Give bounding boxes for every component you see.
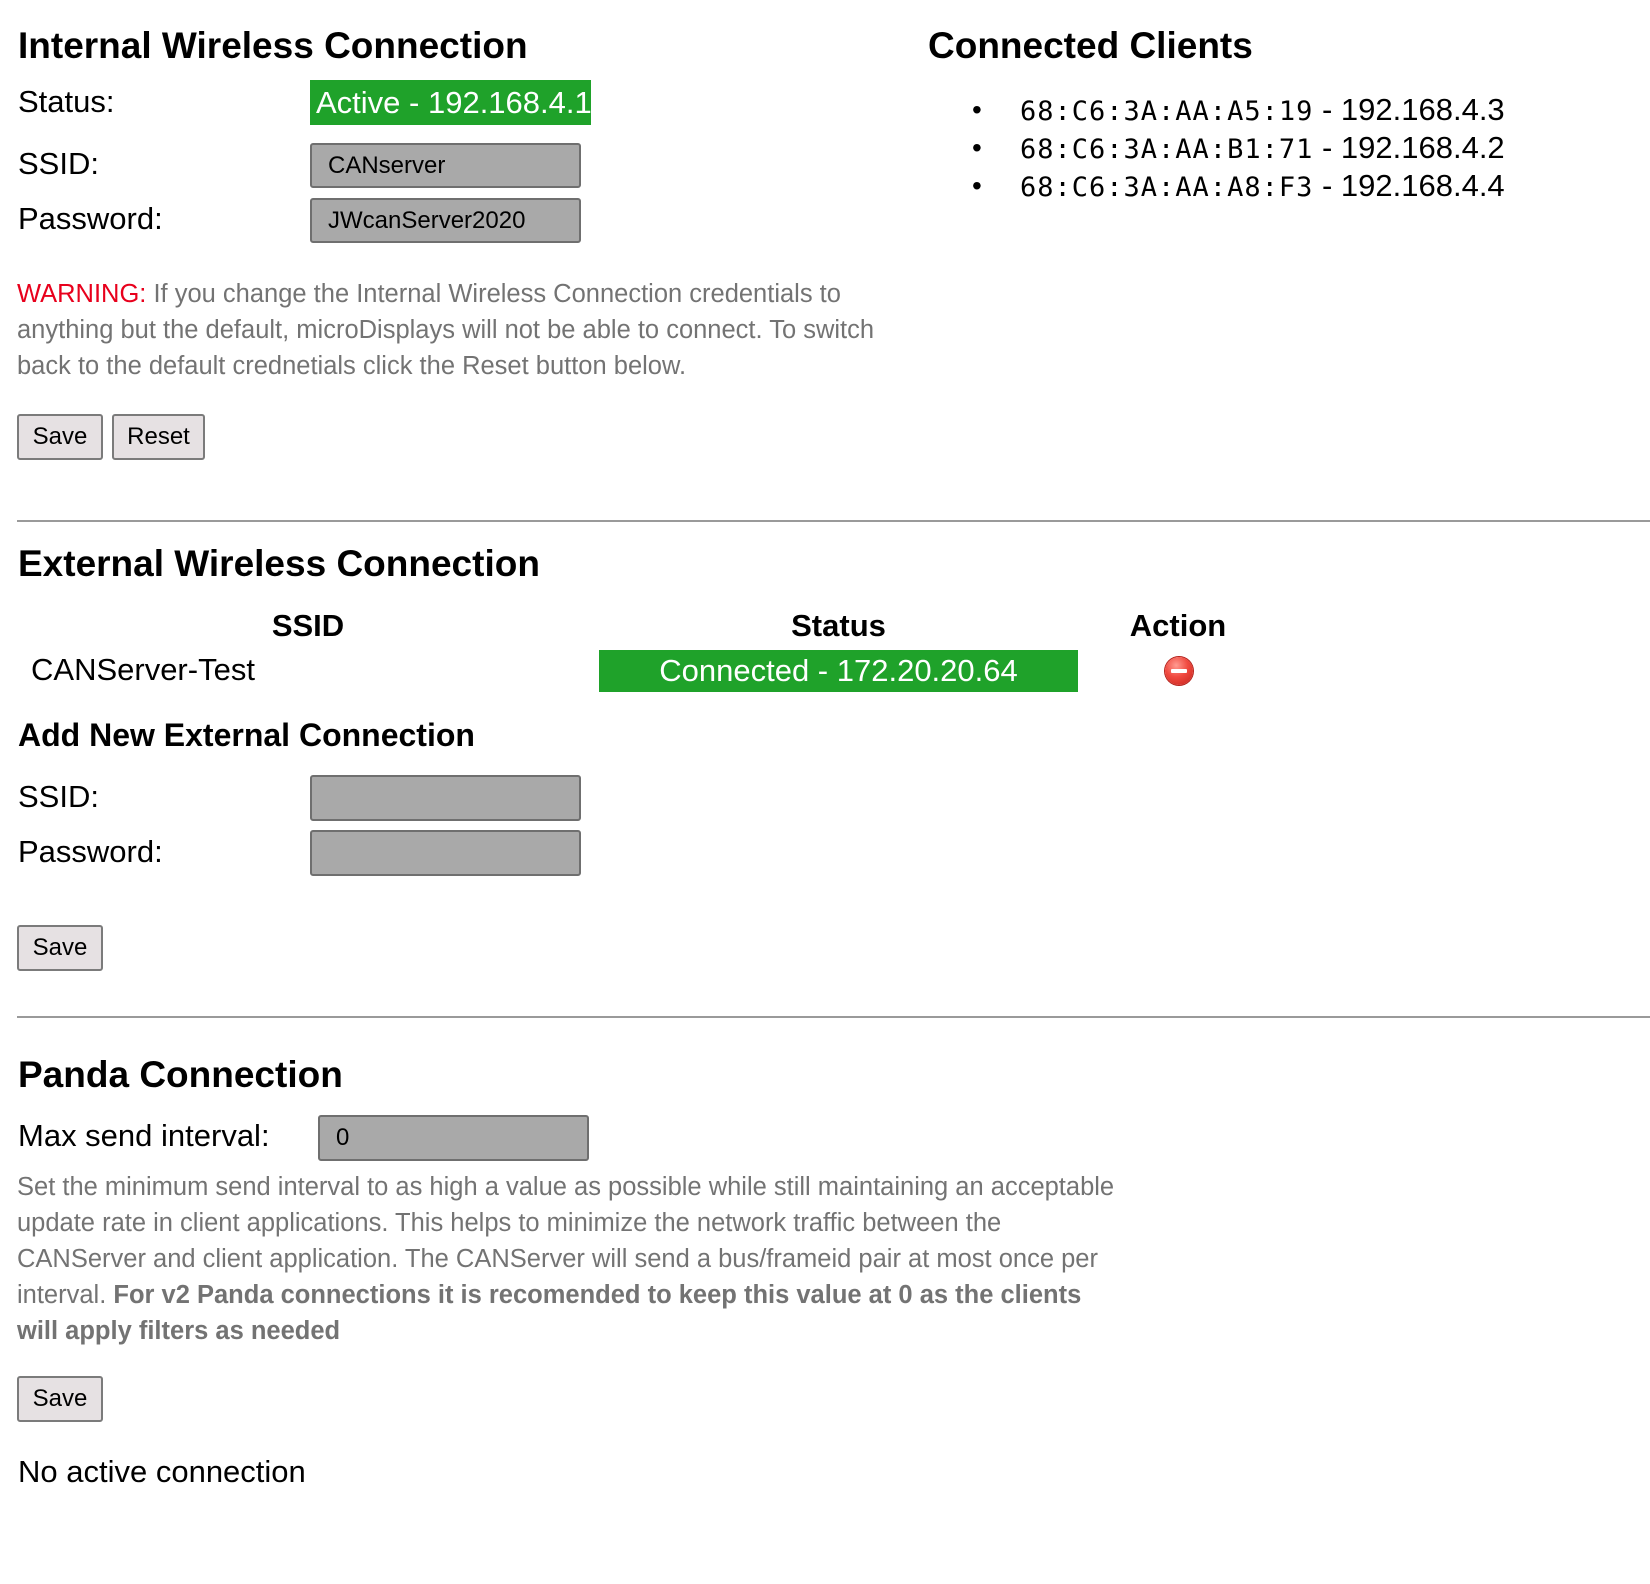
section-divider: [17, 520, 1650, 522]
external-ssid-input[interactable]: [310, 775, 581, 821]
external-password-label: Password:: [18, 834, 163, 869]
external-row-status-badge: Connected - 172.20.20.64: [599, 650, 1078, 692]
status-label: Status:: [18, 84, 115, 119]
column-header-action: Action: [1129, 608, 1227, 643]
client-separator: -: [1313, 168, 1341, 203]
client-mac: 68:C6:3A:AA:B1:71: [1020, 134, 1314, 165]
client-mac: 68:C6:3A:AA:A8:F3: [1020, 172, 1314, 203]
warning-prefix: WARNING:: [17, 280, 147, 308]
add-external-title: Add New External Connection: [18, 717, 475, 753]
external-row-ssid: CANServer-Test: [31, 652, 255, 687]
internal-status-badge: Active - 192.168.4.1: [310, 80, 592, 125]
internal-password-input[interactable]: JWcanServer2020: [310, 198, 581, 243]
panda-connection-status: No active connection: [18, 1454, 306, 1489]
list-item: • 68:C6:3A:AA:A8:F3 - 192.168.4.4: [972, 168, 1505, 206]
internal-reset-button[interactable]: Reset: [112, 414, 205, 460]
internal-ssid-label: SSID:: [18, 146, 99, 181]
warning-text: If you change the Internal Wireless Conn…: [17, 280, 875, 380]
external-title: External Wireless Connection: [18, 543, 540, 584]
internal-warning-note: WARNING: If you change the Internal Wire…: [17, 276, 897, 384]
client-separator: -: [1313, 92, 1341, 127]
bullet-icon: •: [972, 132, 982, 163]
list-item: • 68:C6:3A:AA:A5:19 - 192.168.4.3: [972, 92, 1505, 130]
column-header-status: Status: [791, 608, 886, 643]
bullet-icon: •: [972, 94, 982, 125]
client-ip: 192.168.4.2: [1340, 130, 1505, 165]
external-ssid-label: SSID:: [18, 779, 99, 814]
client-ip: 192.168.4.4: [1340, 168, 1505, 203]
panda-note-bold: For v2 Panda connections it is recomende…: [17, 1281, 1082, 1345]
panda-title: Panda Connection: [18, 1054, 343, 1095]
client-list: • 68:C6:3A:AA:A5:19 - 192.168.4.3 • 68:C…: [972, 92, 1505, 206]
section-divider: [17, 1016, 1650, 1018]
client-ip: 192.168.4.3: [1340, 92, 1505, 127]
panda-save-button[interactable]: Save: [17, 1376, 103, 1422]
interval-input[interactable]: 0: [318, 1115, 589, 1161]
external-save-button[interactable]: Save: [17, 925, 103, 971]
internal-title: Internal Wireless Connection: [18, 25, 528, 66]
list-item: • 68:C6:3A:AA:B1:71 - 192.168.4.2: [972, 130, 1505, 168]
internal-password-label: Password:: [18, 201, 163, 236]
clients-title: Connected Clients: [928, 25, 1253, 66]
panda-note: Set the minimum send interval to as high…: [17, 1169, 1117, 1349]
column-header-ssid: SSID: [271, 608, 345, 643]
remove-icon[interactable]: [1165, 657, 1193, 685]
internal-ssid-input[interactable]: CANserver: [310, 143, 581, 188]
bullet-icon: •: [972, 170, 982, 201]
interval-label: Max send interval:: [18, 1118, 270, 1153]
client-mac: 68:C6:3A:AA:A5:19: [1020, 96, 1314, 127]
internal-save-button[interactable]: Save: [17, 414, 103, 460]
client-separator: -: [1313, 130, 1341, 165]
external-password-input[interactable]: [310, 830, 581, 876]
